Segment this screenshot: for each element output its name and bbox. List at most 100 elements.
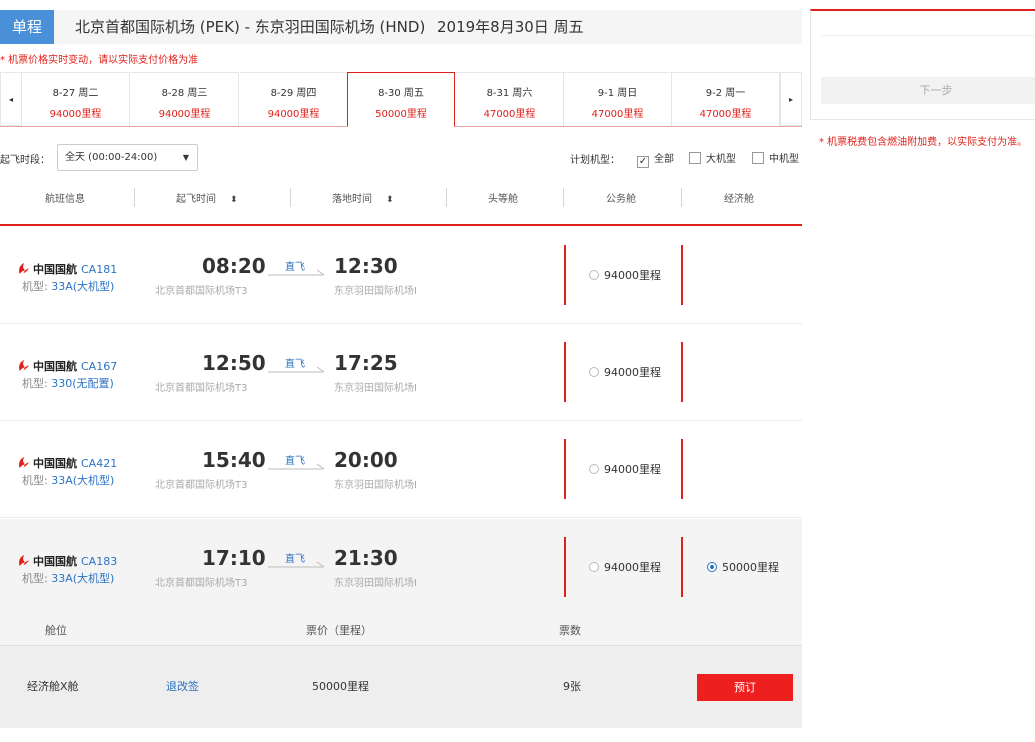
next-step-button[interactable]: 下一步 <box>821 77 1035 104</box>
checkbox-label: 全部 <box>654 154 674 165</box>
caret-down-icon: ▼ <box>182 153 189 162</box>
sort-icon[interactable]: ⬍ <box>386 195 394 205</box>
col-divider <box>681 188 682 207</box>
plane-label: 机型: <box>22 280 48 293</box>
plane-info: 机型: 33A(大机型) <box>22 472 114 488</box>
date-label: 8-27 周二 <box>52 88 99 99</box>
departure-time: 12:50 <box>202 351 266 375</box>
airline-label: 中国国航 <box>33 457 77 470</box>
airline-name: 中国国航 CA167 <box>17 358 117 374</box>
airline-label: 中国国航 <box>33 360 77 373</box>
cabin-divider <box>564 342 566 402</box>
flight-row-selected[interactable]: 中国国航 CA183 机型: 33A(大机型) 17:10 北京首都国际机场T3 … <box>0 519 802 615</box>
change-refund-rules-link[interactable]: 退改签 <box>166 646 199 728</box>
flight-number: CA167 <box>81 360 118 373</box>
date-miles: 50000里程 <box>375 109 427 120</box>
arrival-airport: 东京羽田国际机场I <box>334 286 417 297</box>
cabin-divider <box>681 537 683 597</box>
sort-icon[interactable]: ⬍ <box>230 195 238 205</box>
date-label: 9-1 周日 <box>597 88 638 99</box>
header-underline <box>0 224 802 226</box>
cabin-price: 50000里程 <box>312 680 369 693</box>
book-button[interactable]: 预订 <box>697 674 793 701</box>
business-fare-option[interactable]: 94000里程 <box>589 267 661 283</box>
plane-filter-large-checkbox[interactable]: 大机型 <box>689 150 736 165</box>
col-divider <box>446 188 447 207</box>
cabin-divider <box>564 439 566 499</box>
price-col-label: 票价（里程） <box>306 624 372 637</box>
date-label: 9-2 周一 <box>705 88 746 99</box>
date-tab[interactable]: 8-28 周三 94000里程 <box>131 72 239 126</box>
date-strip: ◂ 8-27 周二 94000里程 8-28 周三 94000里程 8-29 周… <box>0 72 802 127</box>
date-tab[interactable]: 9-1 周日 47000里程 <box>564 72 672 126</box>
flight-row[interactable]: 中国国航 CA181 机型: 33A(大机型) 08:20 北京首都国际机场T3 … <box>0 227 802 324</box>
radio-icon <box>589 464 599 474</box>
date-tab[interactable]: 8-29 周四 94000里程 <box>240 72 348 126</box>
date-miles: 47000里程 <box>483 109 536 120</box>
plane-filter-medium-checkbox[interactable]: 中机型 <box>752 150 799 165</box>
date-tab[interactable]: 9-2 周一 47000里程 <box>672 72 780 126</box>
flight-row[interactable]: 中国国航 CA167 机型: 330(无配置) 12:50 北京首都国际机场T3 … <box>0 324 802 421</box>
col-divider <box>563 188 564 207</box>
route-arrow-icon <box>268 463 325 470</box>
plane-filter-all-checkbox[interactable]: ✓ 全部 <box>637 150 674 168</box>
plane-label: 机型: <box>22 377 48 390</box>
arrival-airport: 东京羽田国际机场I <box>334 578 417 589</box>
plane-info: 机型: 33A(大机型) <box>22 278 114 294</box>
plane-type[interactable]: 330(无配置) <box>51 377 114 390</box>
checkbox-box-icon <box>689 152 701 164</box>
economy-fare-option-selected[interactable]: 50000里程 <box>707 559 779 575</box>
plane-type[interactable]: 33A(大机型) <box>51 280 114 293</box>
business-fare-option[interactable]: 94000里程 <box>589 364 661 380</box>
plane-type[interactable]: 33A(大机型) <box>51 474 114 487</box>
next-date-arrow-icon[interactable]: ▸ <box>780 72 802 126</box>
departure-airport: 北京首都国际机场T3 <box>155 480 248 491</box>
col-economy: 经济舱 <box>724 194 754 205</box>
flight-row[interactable]: 中国国航 CA421 机型: 33A(大机型) 15:40 北京首都国际机场T3 … <box>0 421 802 518</box>
airline-label: 中国国航 <box>33 555 77 568</box>
departure-airport: 北京首都国际机场T3 <box>155 383 248 394</box>
date-miles: 94000里程 <box>49 109 102 120</box>
prev-date-arrow-icon[interactable]: ◂ <box>0 72 22 126</box>
route-arrow-icon <box>268 366 325 373</box>
arrival-time: 21:30 <box>334 546 398 570</box>
fare-label: 94000里程 <box>604 463 661 476</box>
date-tab[interactable]: 8-31 周六 47000里程 <box>456 72 564 126</box>
cabin-divider <box>564 537 566 597</box>
checkbox-label: 中机型 <box>769 154 799 165</box>
airline-name: 中国国航 CA421 <box>17 455 117 471</box>
col-business: 公务舱 <box>606 194 636 205</box>
business-fare-option[interactable]: 94000里程 <box>589 559 661 575</box>
date-miles: 94000里程 <box>267 109 320 120</box>
departure-time: 15:40 <box>202 448 266 472</box>
col-flight-info: 航班信息 <box>45 194 85 205</box>
date-tab[interactable]: 8-27 周二 94000里程 <box>22 72 130 126</box>
fare-label: 50000里程 <box>722 561 779 574</box>
route-arrow-icon <box>268 561 325 568</box>
airline-name: 中国国航 CA183 <box>17 553 117 569</box>
price-note: * 机票价格实时变动，请以实际支付价格为准 <box>0 55 199 66</box>
fare-label: 94000里程 <box>604 269 661 282</box>
cabin-divider <box>681 439 683 499</box>
time-filter-select[interactable]: 全天 (00:00-24:00) ▼ <box>57 144 198 171</box>
plane-type[interactable]: 33A(大机型) <box>51 572 114 585</box>
business-fare-option[interactable]: 94000里程 <box>589 461 661 477</box>
cabin-divider <box>681 342 683 402</box>
time-filter-value: 全天 (00:00-24:00) <box>65 152 158 163</box>
col-dep-time[interactable]: 起飞时间 ⬍ <box>176 190 238 205</box>
date-tab-selected[interactable]: 8-30 周五 50000里程 <box>347 72 455 127</box>
col-arr-time[interactable]: 落地时间 ⬍ <box>332 190 394 205</box>
cabin-detail-header: 舱位 票价（里程） 票数 <box>0 615 802 646</box>
cabin-detail-row: 经济舱X舱 退改签 50000里程 9张 预订 <box>0 646 802 728</box>
air-china-logo-icon <box>19 554 30 567</box>
trip-type-badge: 单程 <box>0 10 54 44</box>
flight-number: CA183 <box>81 555 118 568</box>
col-divider <box>134 188 135 207</box>
route-title: 北京首都国际机场 (PEK) - 东京羽田国际机场 (HND) <box>75 18 426 36</box>
cabin-divider <box>681 245 683 305</box>
arrival-airport: 东京羽田国际机场I <box>334 480 417 491</box>
airline-name: 中国国航 CA181 <box>17 261 117 277</box>
departure-time: 17:10 <box>202 546 266 570</box>
tax-note: * 机票税费包含燃油附加费，以实际支付为准。 <box>819 137 1028 148</box>
plane-info: 机型: 330(无配置) <box>22 375 114 391</box>
